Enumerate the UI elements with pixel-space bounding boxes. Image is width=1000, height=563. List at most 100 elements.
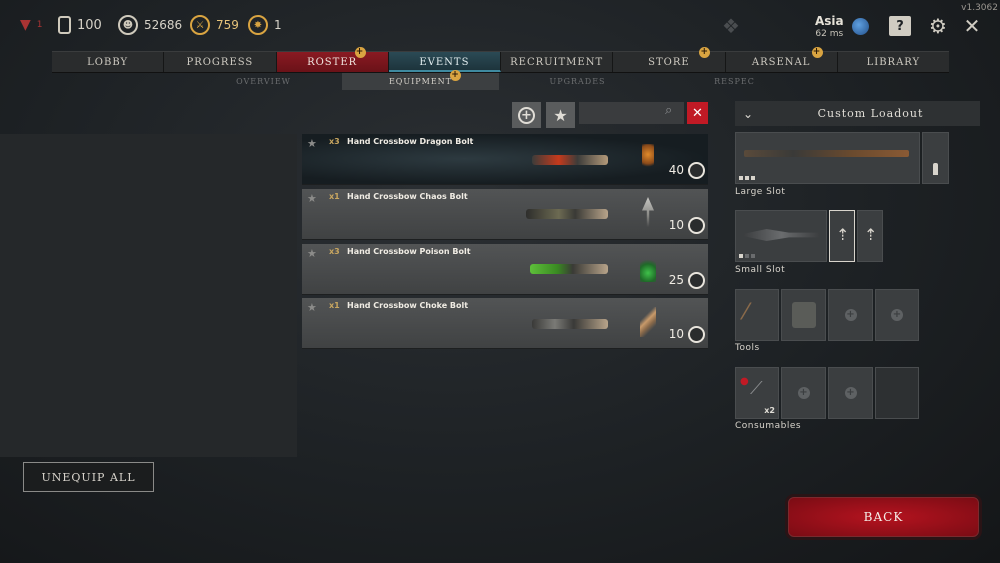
tab-library[interactable]: LIBRARY <box>838 52 949 72</box>
consumable-slot-locked <box>875 367 919 419</box>
coin-icon <box>688 217 705 234</box>
bolt-ammo-icon: ⇡ <box>864 225 878 244</box>
subtab-respec[interactable]: RESPEC <box>656 73 813 90</box>
coin-icon <box>688 272 705 289</box>
list-item[interactable]: ★ x3 Hand Crossbow Poison Bolt 25 <box>302 244 708 295</box>
currency-stat: ☻ 52686 <box>118 13 182 37</box>
tab-store[interactable]: STORE + <box>613 47 726 72</box>
item-quantity: x3 <box>329 247 340 256</box>
bolt-image <box>526 209 608 219</box>
tab-store-label: STORE <box>648 57 690 68</box>
large-slot-weapon[interactable] <box>735 132 920 184</box>
add-filter-button[interactable]: + <box>512 102 541 128</box>
alert-stat[interactable]: ▼ 1 <box>20 13 43 37</box>
chevron-down-icon[interactable]: ⌄ <box>735 107 761 121</box>
tab-roster-label: ROSTER <box>307 57 358 68</box>
small-slot-label: Small Slot <box>735 265 786 275</box>
ammo-pips <box>739 254 755 258</box>
search-icon: ⌕ <box>665 103 673 118</box>
subtab-overview[interactable]: OVERVIEW <box>185 73 342 90</box>
sub-nav: OVERVIEW EQUIPMENT + UPGRADES RESPEC <box>185 70 813 90</box>
item-name: Hand Crossbow Chaos Bolt <box>347 192 468 201</box>
plus-badge-icon: + <box>811 47 823 58</box>
loadout-header[interactable]: ⌄ Custom Loadout <box>735 101 980 126</box>
tab-arsenal[interactable]: ARSENAL + <box>726 47 838 72</box>
item-name: Hand Crossbow Dragon Bolt <box>347 137 474 146</box>
consumable-slot-2[interactable]: + <box>781 367 826 419</box>
list-item[interactable]: ★ x3 Hand Crossbow Dragon Bolt 40 <box>302 134 708 185</box>
tokens-stat: 100 <box>58 13 102 37</box>
subtab-upgrades[interactable]: UPGRADES <box>499 73 656 90</box>
alert-count: 1 <box>36 20 43 30</box>
close-icon[interactable]: ✕ <box>960 14 984 38</box>
tab-progress[interactable]: PROGRESS <box>164 52 277 72</box>
help-icon: ? <box>889 16 911 36</box>
small-slot-ammo-alt[interactable]: ⇡ <box>857 210 883 262</box>
help-button[interactable]: ? <box>888 14 912 38</box>
add-slot-icon: + <box>844 309 857 321</box>
small-slot-ammo-selected[interactable]: ⇡ <box>829 210 855 262</box>
tab-lobby[interactable]: LOBBY <box>52 52 165 72</box>
fire-ammo-icon <box>642 144 654 174</box>
consumable-slot-1[interactable]: ● ⟋ x2 <box>735 367 779 419</box>
currency-value: 52686 <box>144 18 183 32</box>
add-slot-icon: + <box>797 387 810 399</box>
plus-badge-icon: + <box>450 70 461 81</box>
item-quantity: x1 <box>329 301 340 310</box>
tokens-value: 100 <box>77 17 102 33</box>
large-slot-label: Large Slot <box>735 187 786 197</box>
item-quantity: x1 <box>329 192 340 201</box>
prestige-value: 1 <box>274 18 282 32</box>
favorite-star-icon[interactable]: ★ <box>307 301 317 314</box>
back-button[interactable]: BACK <box>788 497 979 537</box>
tab-events[interactable]: EVENTS <box>388 52 501 72</box>
settings-gear-icon[interactable]: ⚙ <box>926 14 950 38</box>
region-display[interactable]: Asia 62 ms <box>815 14 844 39</box>
bolt-image <box>532 319 608 329</box>
tool-slot-1[interactable]: ⁄ <box>735 289 779 341</box>
plus-badge-icon: + <box>699 47 711 58</box>
large-slot-ammo[interactable] <box>922 132 949 184</box>
tab-recruitment[interactable]: RECRUITMENT <box>501 52 614 72</box>
add-slot-icon: + <box>891 309 903 321</box>
item-name: Hand Crossbow Poison Bolt <box>347 247 471 256</box>
brand-logo-icon: ❖ <box>722 14 740 38</box>
coin-icon: ☻ <box>118 15 138 35</box>
favorite-star-icon[interactable]: ★ <box>307 247 317 260</box>
favorite-star-icon[interactable]: ★ <box>307 137 317 150</box>
subtab-equipment-label: EQUIPMENT <box>388 77 453 86</box>
item-quantity: x3 <box>329 137 340 146</box>
version-label: v1.3062 <box>961 3 998 13</box>
unequip-all-button[interactable]: UNEQUIP ALL <box>23 462 154 492</box>
consumable-slot-3[interactable]: + <box>828 367 873 419</box>
skill-point-icon: ⚔ <box>190 15 210 35</box>
character-preview-panel <box>0 134 297 457</box>
item-cost: 25 <box>668 273 684 287</box>
tool-slot-3[interactable]: + <box>828 289 873 341</box>
prestige-stat: ✸ 1 <box>248 13 282 37</box>
globe-icon[interactable] <box>848 14 872 38</box>
tool-slot-4[interactable]: + <box>875 289 919 341</box>
skill-points-value: 759 <box>216 18 239 32</box>
alert-icon: ▼ <box>20 17 31 33</box>
tab-roster[interactable]: ROSTER + <box>276 47 389 72</box>
list-item[interactable]: ★ x1 Hand Crossbow Chaos Bolt 10 <box>302 189 708 240</box>
hand-crossbow-icon <box>744 229 819 241</box>
bullet-icon <box>933 163 938 175</box>
clear-search-button[interactable]: ✕ <box>687 102 708 124</box>
coin-icon <box>688 326 705 343</box>
item-cost: 10 <box>668 327 684 341</box>
bolt-ammo-icon: ⇡ <box>836 225 850 244</box>
favorite-star-icon[interactable]: ★ <box>307 192 317 205</box>
list-item[interactable]: ★ x1 Hand Crossbow Choke Bolt 10 <box>302 298 708 349</box>
close-icon: ✕ <box>692 105 703 121</box>
subtab-equipment[interactable]: EQUIPMENT + <box>342 70 499 90</box>
main-nav: LOBBY PROGRESS ROSTER + EVENTS RECRUITME… <box>52 47 949 73</box>
coin-icon <box>688 162 705 179</box>
star-icon: ★ <box>553 105 568 125</box>
favorites-button[interactable]: ★ <box>546 102 575 128</box>
plus-badge-icon: + <box>354 47 366 58</box>
consumable-count: x2 <box>764 406 775 415</box>
tool-slot-2[interactable] <box>781 289 826 341</box>
small-slot-weapon[interactable] <box>735 210 827 262</box>
